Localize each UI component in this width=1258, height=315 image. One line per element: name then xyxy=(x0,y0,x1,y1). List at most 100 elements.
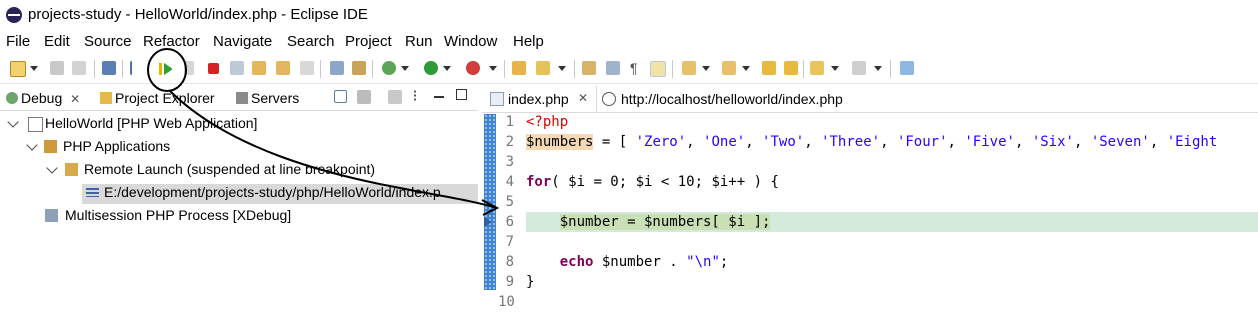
chevron-down-icon[interactable] xyxy=(7,116,19,128)
editor-tab-row: index.php ✕ http://localhost/helloworld/… xyxy=(482,86,1258,113)
skip-breakpoints-icon[interactable] xyxy=(130,61,146,75)
eclipse-logo-icon xyxy=(6,7,22,23)
ruler-pattern xyxy=(484,114,496,290)
menu-window[interactable]: Window xyxy=(444,33,497,50)
step-into-icon[interactable] xyxy=(252,61,266,75)
drop-to-frame-icon[interactable] xyxy=(352,61,366,75)
suspend-icon[interactable] xyxy=(184,61,194,75)
save-icon[interactable] xyxy=(50,61,64,75)
show-whitespace-icon[interactable]: ¶ xyxy=(630,61,644,75)
menu-project[interactable]: Project xyxy=(345,33,392,50)
menu-file[interactable]: File xyxy=(6,33,30,50)
last-edit-location-icon[interactable] xyxy=(762,61,776,75)
menu-navigate[interactable]: Navigate xyxy=(213,33,272,50)
menu-edit[interactable]: Edit xyxy=(44,33,70,50)
toolbar-separator xyxy=(122,60,123,78)
menu-refactor[interactable]: Refactor xyxy=(143,33,200,50)
open-type-icon[interactable] xyxy=(512,61,526,75)
new-icon[interactable] xyxy=(10,61,26,77)
run-dropdown-icon[interactable] xyxy=(443,66,451,71)
forward-edit-icon[interactable] xyxy=(784,61,798,75)
remote-launch-icon xyxy=(65,163,78,176)
chevron-down-icon[interactable] xyxy=(26,139,38,151)
toolbar-separator xyxy=(94,60,95,78)
forward-icon[interactable] xyxy=(852,61,866,75)
menu-bar: File Edit Source Refactor Navigate Searc… xyxy=(0,30,1258,54)
code-line-1: <?php xyxy=(526,114,569,130)
toolbar-separator xyxy=(672,60,673,78)
menu-search[interactable]: Search xyxy=(287,33,335,50)
back-icon[interactable] xyxy=(810,61,824,75)
php-file-icon xyxy=(490,92,504,106)
tab-index-php[interactable]: index.php ✕ xyxy=(482,86,597,112)
process-icon xyxy=(45,209,58,222)
collapse-all-icon[interactable] xyxy=(334,90,347,103)
globe-icon xyxy=(602,92,616,106)
minimize-icon[interactable] xyxy=(434,96,444,98)
toolbar-separator xyxy=(372,60,373,78)
close-icon[interactable]: ✕ xyxy=(70,92,80,106)
back-dropdown-icon[interactable] xyxy=(831,66,839,71)
close-icon[interactable]: ✕ xyxy=(578,91,588,105)
toolbar-separator xyxy=(320,60,321,78)
stack-frame-icon xyxy=(86,188,99,197)
debug-bug-icon xyxy=(6,92,18,104)
tab-servers[interactable]: Servers xyxy=(236,90,299,106)
view-menu-icon[interactable] xyxy=(414,90,420,102)
external-tools-icon[interactable] xyxy=(466,61,480,75)
tab-browser[interactable]: http://localhost/helloworld/index.php xyxy=(600,86,890,112)
folder-icon xyxy=(100,92,112,104)
title-bar: projects-study - HelloWorld/index.php - … xyxy=(0,0,1258,30)
code-line-8: echo $number . "\n"; xyxy=(559,254,729,270)
toggle-block-selection-icon[interactable] xyxy=(606,61,620,75)
open-perspective-icon[interactable] xyxy=(900,61,914,75)
left-tab-row: Debug ✕ Project Explorer Servers xyxy=(0,86,478,111)
instruction-pointer-icon xyxy=(484,217,492,227)
use-step-filters-icon[interactable] xyxy=(330,61,344,75)
php-editor: index.php ✕ http://localhost/helloworld/… xyxy=(482,86,1258,315)
forward-dropdown-icon[interactable] xyxy=(874,66,882,71)
console-icon[interactable] xyxy=(102,61,116,75)
main-toolbar: ¶ xyxy=(0,55,1258,84)
menu-source[interactable]: Source xyxy=(84,33,132,50)
server-icon xyxy=(236,92,248,104)
step-return-icon[interactable] xyxy=(300,61,314,75)
resume-icon[interactable] xyxy=(158,61,172,75)
launch-config-icon xyxy=(28,117,43,132)
code-line-2: $numbers = [ 'Zero', 'One', 'Two', 'Thre… xyxy=(526,134,1218,150)
code-line-9: } xyxy=(526,274,535,290)
toolbar-separator xyxy=(890,60,891,78)
previous-annotation-icon[interactable] xyxy=(722,61,736,75)
search-dropdown-icon[interactable] xyxy=(558,66,566,71)
toolbar-separator xyxy=(803,60,804,78)
search-icon[interactable] xyxy=(536,61,550,75)
external-tools-dropdown-icon[interactable] xyxy=(489,66,497,71)
remove-launches-icon[interactable] xyxy=(357,90,371,104)
highlight-icon[interactable] xyxy=(650,61,666,77)
php-apps-icon xyxy=(44,140,57,153)
window-title: projects-study - HelloWorld/index.php - … xyxy=(28,6,368,23)
previous-annotation-dropdown-icon[interactable] xyxy=(742,66,750,71)
new-dropdown-icon[interactable] xyxy=(30,66,38,71)
toggle-mark-occurrences-icon[interactable] xyxy=(582,61,596,75)
debug-dropdown-icon[interactable] xyxy=(401,66,409,71)
next-annotation-dropdown-icon[interactable] xyxy=(702,66,710,71)
menu-run[interactable]: Run xyxy=(405,33,433,50)
step-over-icon[interactable] xyxy=(276,61,290,75)
run-icon[interactable] xyxy=(424,61,438,75)
toolbar-separator xyxy=(504,60,505,78)
chevron-down-icon[interactable] xyxy=(46,162,58,174)
debug-options-icon[interactable] xyxy=(388,90,402,104)
terminate-icon[interactable] xyxy=(208,63,219,74)
tab-project-explorer[interactable]: Project Explorer xyxy=(100,90,215,106)
code-line-6: $number = $numbers[ $i ]; xyxy=(559,214,771,230)
save-all-icon[interactable] xyxy=(72,61,86,75)
maximize-icon[interactable] xyxy=(456,89,467,100)
debug-view: Debug ✕ Project Explorer Servers HelloWo… xyxy=(0,86,478,315)
next-annotation-icon[interactable] xyxy=(682,61,696,75)
menu-help[interactable]: Help xyxy=(513,33,544,50)
debug-icon[interactable] xyxy=(382,61,396,75)
code-line-4: for( $i = 0; $i < 10; $i++ ) { xyxy=(526,174,779,190)
tab-debug[interactable]: Debug ✕ xyxy=(6,90,80,106)
disconnect-icon[interactable] xyxy=(230,61,244,75)
